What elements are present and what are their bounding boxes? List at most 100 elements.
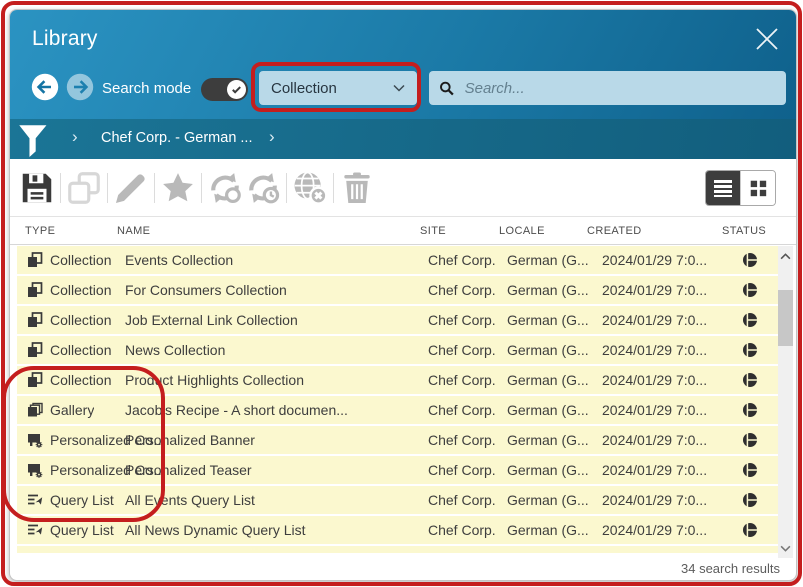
list-view-button[interactable]: [706, 171, 740, 205]
forward-button[interactable]: [66, 73, 94, 101]
search-input[interactable]: [463, 79, 776, 98]
refresh-schedule-button[interactable]: [244, 171, 282, 205]
cell-site: Chef Corp.: [428, 492, 496, 508]
cell-locale: German (G...: [507, 282, 589, 298]
copy-button[interactable]: [65, 171, 103, 205]
publication-status-icon: [742, 312, 758, 328]
cell-name: All Events Query List: [125, 492, 255, 508]
cell-name: News Collection: [125, 342, 225, 358]
cell-locale: German (G...: [507, 492, 589, 508]
star-button[interactable]: [159, 171, 197, 205]
filter-funnel-icon[interactable]: [17, 123, 51, 157]
cell-created: 2024/01/29 7:0...: [602, 252, 707, 268]
cell-name: Jacob's Recipe - A short documen...: [125, 402, 348, 418]
chevron-right-icon[interactable]: ›: [269, 127, 275, 147]
breadcrumb: › Chef Corp. - German ... ›: [10, 119, 796, 159]
search-field: [429, 71, 786, 105]
edit-button[interactable]: [112, 171, 150, 205]
library-window: Library Search mode Collection › Chef Co…: [9, 9, 797, 581]
scroll-down-icon[interactable]: [778, 540, 793, 556]
publication-status-icon: [742, 372, 758, 388]
globe-remove-button[interactable]: [291, 171, 329, 205]
publication-status-icon: [742, 522, 758, 538]
search-icon: [439, 80, 455, 97]
view-mode-toggle: [705, 170, 776, 206]
column-header-locale[interactable]: LOCALE: [499, 225, 545, 237]
table-row[interactable]: Personalized Cont...Personalized TeaserC…: [17, 456, 778, 484]
column-header-status[interactable]: STATUS: [722, 225, 766, 237]
edit-icon: [112, 169, 150, 207]
cell-created: 2024/01/29 7:0...: [602, 282, 707, 298]
cell-created: 2024/01/29 7:0...: [602, 462, 707, 478]
table-row[interactable]: Query ListAll News Dynamic Query ListChe…: [17, 516, 778, 544]
cell-site: Chef Corp.: [428, 402, 496, 418]
cell-type: Collection: [50, 252, 111, 268]
breadcrumb-item[interactable]: Chef Corp. - German ...: [101, 130, 253, 146]
column-header-type[interactable]: TYPE: [25, 225, 55, 237]
trash-icon: [338, 169, 376, 207]
publication-status-icon: [742, 282, 758, 298]
vertical-scrollbar[interactable]: [778, 246, 793, 558]
close-icon[interactable]: [751, 23, 783, 55]
table-row[interactable]: CollectionJob External Link CollectionCh…: [17, 306, 778, 334]
cell-locale: German (G...: [507, 462, 589, 478]
cell-name: Personalized Teaser: [125, 462, 252, 478]
search-mode-toggle[interactable]: [201, 78, 248, 101]
search-mode-label: Search mode: [102, 80, 191, 97]
table-row[interactable]: CollectionFor Consumers CollectionChef C…: [17, 276, 778, 304]
collection-icon: [27, 372, 43, 388]
scrollbar-thumb[interactable]: [778, 290, 793, 346]
column-header-created[interactable]: CREATED: [587, 225, 642, 237]
toolbar-divider: [286, 173, 287, 203]
refresh-icon: [206, 169, 244, 207]
personalized-content-icon: [27, 432, 43, 448]
copy-icon: [65, 169, 103, 207]
scroll-up-icon[interactable]: [778, 248, 793, 264]
cell-type: Query List: [50, 492, 114, 508]
cell-created: 2024/01/29 7:0...: [602, 372, 707, 388]
cell-type: Gallery: [50, 402, 94, 418]
chevron-right-icon[interactable]: ›: [72, 127, 78, 147]
table-row[interactable]: CollectionNews CollectionChef Corp.Germa…: [17, 336, 778, 364]
column-header-name[interactable]: NAME: [117, 225, 150, 237]
table-row-partial[interactable]: [17, 546, 778, 553]
cell-type: Query List: [50, 522, 114, 538]
table-row[interactable]: Gallery Jacob's Recipe - A short documen.…: [17, 396, 778, 424]
save-button[interactable]: [18, 171, 56, 205]
save-icon: [18, 169, 56, 207]
toolbar-divider: [333, 173, 334, 203]
refresh-button[interactable]: [206, 171, 244, 205]
column-header-site[interactable]: SITE: [420, 225, 446, 237]
window-header: Library Search mode Collection: [10, 10, 796, 119]
personalized-content-icon: [27, 462, 43, 478]
star-icon: [159, 169, 197, 207]
publication-status-icon: [742, 402, 758, 418]
trash-button[interactable]: [338, 171, 376, 205]
publication-status-icon: [742, 252, 758, 268]
cell-created: 2024/01/29 7:0...: [602, 342, 707, 358]
back-button[interactable]: [31, 73, 59, 101]
doc-type-dropdown-value: Collection: [271, 80, 337, 97]
refresh-schedule-icon: [244, 169, 282, 207]
table-row[interactable]: CollectionEvents CollectionChef Corp.Ger…: [17, 246, 778, 274]
page-title: Library: [32, 27, 98, 51]
cell-type: Collection: [50, 372, 111, 388]
publication-status-icon: [742, 432, 758, 448]
toolbar-divider: [201, 173, 202, 203]
grid-view-button[interactable]: [740, 171, 775, 205]
cell-locale: German (G...: [507, 432, 589, 448]
cell-name: Job External Link Collection: [125, 312, 298, 328]
cell-created: 2024/01/29 7:0...: [602, 402, 707, 418]
table-row[interactable]: Personalized Cont...Personalized BannerC…: [17, 426, 778, 454]
toolbar-divider: [60, 173, 61, 203]
query-list-icon: [27, 522, 43, 538]
table-row[interactable]: CollectionProduct Highlights CollectionC…: [17, 366, 778, 394]
cell-site: Chef Corp.: [428, 432, 496, 448]
table-row[interactable]: Query List All Events Query List Chef Corp…: [17, 486, 778, 514]
publication-status-icon: [742, 492, 758, 508]
cell-name: All News Dynamic Query List: [125, 522, 306, 538]
cell-type: Collection: [50, 312, 111, 328]
toolbar-divider: [107, 173, 108, 203]
doc-type-dropdown[interactable]: Collection: [259, 71, 417, 105]
cell-created: 2024/01/29 7:0...: [602, 522, 707, 538]
